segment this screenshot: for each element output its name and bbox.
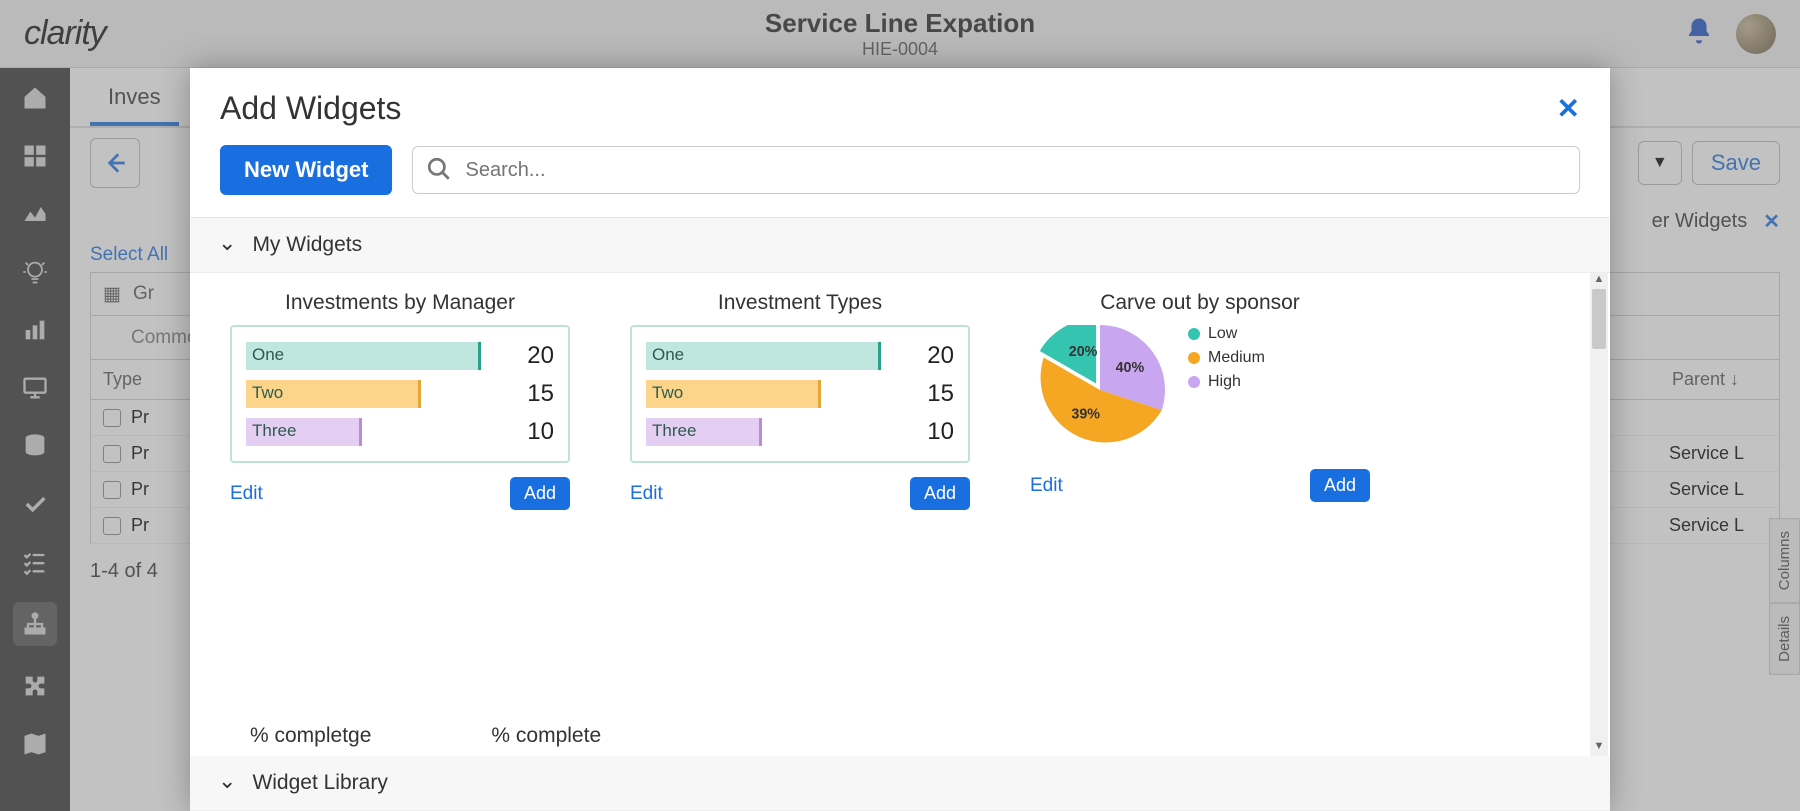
bar-value: 20 <box>904 342 954 370</box>
widget-title: Investment Types <box>630 291 970 315</box>
widget-title: Investments by Manager <box>230 291 570 315</box>
chevron-down-icon: ⌄ <box>218 230 236 256</box>
bar-value: 20 <box>504 342 554 370</box>
widget-title-percent-complete: % complete <box>491 724 601 748</box>
bar-label: Three <box>252 421 296 441</box>
search-icon <box>426 156 452 189</box>
bar-label: One <box>252 345 284 365</box>
legend-label: Medium <box>1208 349 1265 367</box>
add-widget-button[interactable]: Add <box>1310 469 1370 502</box>
section-label: Widget Library <box>252 771 387 795</box>
widget-card-investments-by-manager: Investments by Manager One 20 Two 15 Thr… <box>230 291 570 510</box>
search-input[interactable] <box>412 146 1580 194</box>
bar-label: Two <box>652 383 683 403</box>
pie-legend: Low Medium High <box>1188 325 1265 397</box>
svg-text:39%: 39% <box>1071 407 1100 423</box>
widget-title: Carve out by sponsor <box>1030 291 1370 315</box>
bar-label: Three <box>652 421 696 441</box>
svg-text:40%: 40% <box>1116 360 1145 376</box>
edit-link[interactable]: Edit <box>1030 475 1063 497</box>
add-widget-button[interactable]: Add <box>510 477 570 510</box>
modal-title: Add Widgets <box>220 90 401 127</box>
bar-chart: One 20 Two 15 Three 10 <box>230 325 570 463</box>
legend-label: Low <box>1208 325 1237 343</box>
bar-value: 15 <box>504 380 554 408</box>
widget-title-percent-completge: % completge <box>250 724 371 748</box>
modal-close-icon[interactable]: ✕ <box>1557 92 1580 125</box>
bar-label: Two <box>252 383 283 403</box>
widget-library-section-header[interactable]: ⌄ Widget Library <box>190 756 1610 811</box>
section-label: My Widgets <box>252 233 362 257</box>
pie-chart: 20% 40% 39% <box>1030 325 1170 455</box>
my-widgets-section-header[interactable]: ⌄ My Widgets <box>190 218 1610 273</box>
bar-value: 10 <box>504 418 554 446</box>
add-widget-button[interactable]: Add <box>910 477 970 510</box>
bar-label: One <box>652 345 684 365</box>
chevron-down-icon: ⌄ <box>218 768 236 794</box>
widget-card-carve-out-by-sponsor: Carve out by sponsor 20% <box>1030 291 1370 510</box>
widget-card-investment-types: Investment Types One 20 Two 15 Three 10 <box>630 291 970 510</box>
edit-link[interactable]: Edit <box>630 483 663 505</box>
bar-value: 15 <box>904 380 954 408</box>
new-widget-button[interactable]: New Widget <box>220 145 392 195</box>
edit-link[interactable]: Edit <box>230 483 263 505</box>
legend-label: High <box>1208 373 1241 391</box>
add-widgets-modal: Add Widgets ✕ New Widget ⌄ My Widgets In… <box>190 68 1610 811</box>
bar-chart: One 20 Two 15 Three 10 <box>630 325 970 463</box>
svg-text:20%: 20% <box>1069 344 1098 360</box>
bar-value: 10 <box>904 418 954 446</box>
scrollbar[interactable]: ▲ ▼ <box>1590 273 1608 756</box>
